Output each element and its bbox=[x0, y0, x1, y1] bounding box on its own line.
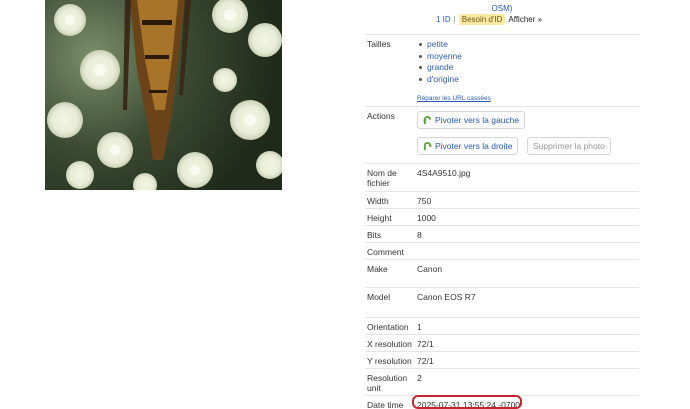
photo-detail-page: OSM) 1 ID | Besoin d'ID Afficher » Taill… bbox=[0, 0, 690, 409]
sizes-value: petite moyenne grande d'origine bbox=[417, 39, 462, 85]
separator: | bbox=[453, 15, 456, 24]
x-resolution-value: 72/1 bbox=[417, 339, 434, 349]
identification-summary: 1 ID | Besoin d'ID Afficher » bbox=[436, 14, 542, 25]
orientation-row: Orientation 1 bbox=[365, 317, 639, 335]
sizes-list: petite moyenne grande d'origine bbox=[417, 39, 462, 85]
make-value: Canon bbox=[417, 264, 443, 274]
sizes-row: Tailles petite moyenne grande d'origine … bbox=[365, 34, 639, 107]
rotate-right-icon bbox=[423, 141, 432, 150]
y-resolution-row: Y resolution 72/1 bbox=[365, 351, 639, 369]
filename-row: Nom de fichier 4S4A9510.jpg bbox=[365, 163, 639, 192]
y-resolution-value: 72/1 bbox=[417, 356, 434, 366]
rotate-right-button[interactable]: Pivoter vers la droite bbox=[417, 137, 519, 155]
filename-value: 4S4A9510.jpg bbox=[417, 168, 471, 178]
rotate-left-label: Pivoter vers la gauche bbox=[435, 115, 520, 125]
osm-text: OSM) bbox=[491, 4, 513, 13]
datetime-label: Date time bbox=[367, 400, 404, 409]
comment-label: Comment bbox=[367, 247, 404, 257]
actions-label: Actions bbox=[367, 111, 395, 121]
id-count-link[interactable]: 1 ID bbox=[436, 15, 451, 24]
model-label: Model bbox=[367, 292, 391, 302]
size-large-link[interactable]: grande bbox=[417, 62, 462, 74]
size-original-link[interactable]: d'origine bbox=[417, 74, 462, 86]
height-row: Height 1000 bbox=[365, 208, 639, 226]
bits-row: Bits 8 bbox=[365, 225, 639, 243]
bits-label: Bits bbox=[367, 230, 382, 240]
bits-value: 8 bbox=[417, 230, 422, 240]
resolution-unit-label: Resolution unit bbox=[367, 373, 408, 393]
show-link[interactable]: Afficher » bbox=[508, 15, 542, 24]
x-resolution-label: X resolution bbox=[367, 339, 412, 349]
x-resolution-row: X resolution 72/1 bbox=[365, 334, 639, 352]
datetime-highlight-annotation bbox=[412, 395, 522, 409]
rotate-left-button[interactable]: Pivoter vers la gauche bbox=[417, 111, 526, 129]
resolution-unit-value: 2 bbox=[417, 373, 422, 383]
model-value: Canon EOS R7 bbox=[417, 292, 476, 302]
rotate-left-icon bbox=[423, 115, 432, 124]
height-label: Height bbox=[367, 213, 392, 223]
size-medium-link[interactable]: moyenne bbox=[417, 51, 462, 63]
width-row: Width 750 bbox=[365, 191, 639, 209]
filename-label: Nom de fichier bbox=[367, 168, 397, 188]
size-small-link[interactable]: petite bbox=[417, 39, 462, 51]
needs-id-badge: Besoin d'ID bbox=[458, 14, 506, 25]
orientation-label: Orientation bbox=[367, 322, 409, 332]
delete-photo-label: Supprimer la photo bbox=[533, 141, 605, 151]
width-value: 750 bbox=[417, 196, 432, 206]
resolution-unit-row: Resolution unit 2 bbox=[365, 368, 639, 396]
comment-row: Comment bbox=[365, 242, 639, 260]
make-label: Make bbox=[367, 264, 388, 274]
model-row: Model Canon EOS R7 bbox=[365, 287, 639, 318]
orientation-value: 1 bbox=[417, 322, 422, 332]
y-resolution-label: Y resolution bbox=[367, 356, 412, 366]
rotate-right-label: Pivoter vers la droite bbox=[435, 141, 513, 151]
width-label: Width bbox=[367, 196, 389, 206]
delete-photo-button[interactable]: Supprimer la photo bbox=[527, 137, 611, 155]
sizes-label: Tailles bbox=[367, 39, 391, 49]
moth-photo-illustration bbox=[47, 0, 282, 190]
make-row: Make Canon bbox=[365, 259, 639, 288]
height-value: 1000 bbox=[417, 213, 436, 223]
observation-photo[interactable] bbox=[45, 0, 282, 190]
repair-urls-link[interactable]: Réparer les URL cassées bbox=[417, 95, 491, 102]
actions-row: Actions Pivoter vers la gauche Pivoter v… bbox=[365, 106, 639, 164]
